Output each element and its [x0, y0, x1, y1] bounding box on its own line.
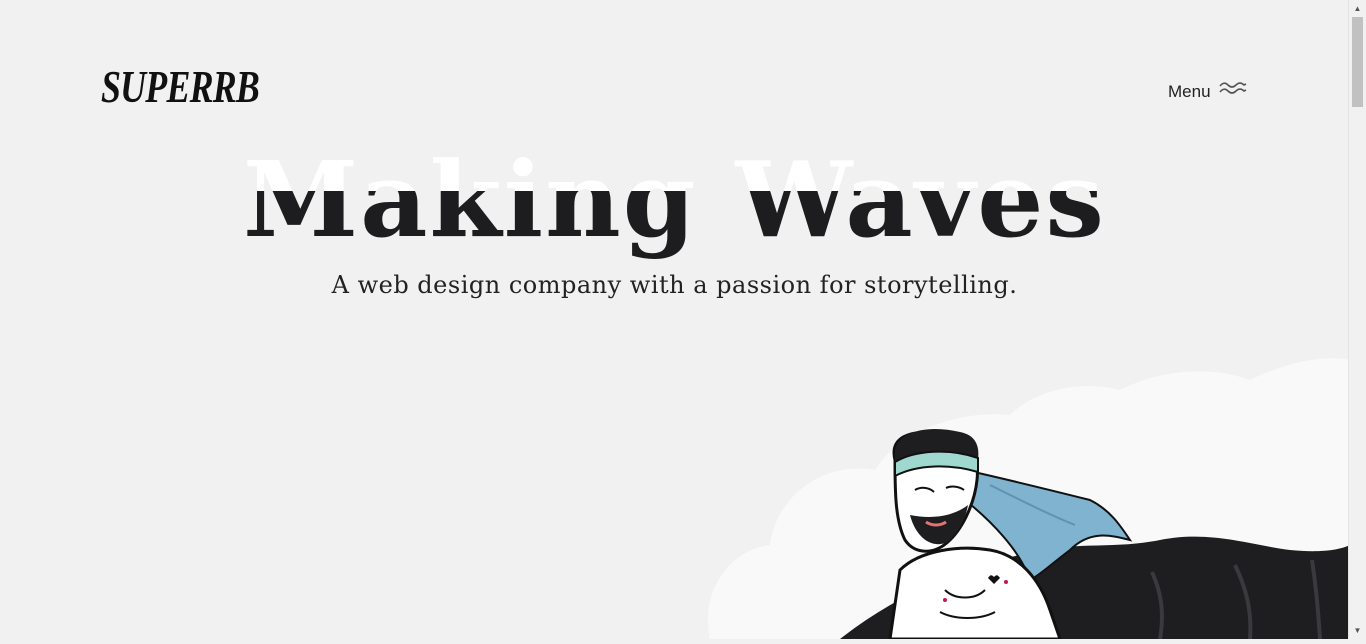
superrb-logo[interactable]: SUPERRB	[101, 64, 260, 110]
hero: Making Waves Making Waves A web design c…	[0, 135, 1349, 299]
scrollbar[interactable]: ▲ ▼	[1348, 0, 1366, 639]
hero-subtitle: A web design company with a passion for …	[331, 271, 1018, 299]
menu-button[interactable]: Menu	[1168, 80, 1247, 103]
scrollbar-thumb[interactable]	[1352, 17, 1363, 107]
scroll-up-arrow[interactable]: ▲	[1349, 0, 1366, 17]
waves-icon	[1218, 80, 1247, 103]
hero-illustration	[690, 350, 1350, 641]
menu-label: Menu	[1168, 81, 1211, 101]
scroll-down-arrow[interactable]: ▼	[1349, 622, 1366, 639]
hero-title-wrap: Making Waves Making Waves	[0, 135, 1349, 265]
